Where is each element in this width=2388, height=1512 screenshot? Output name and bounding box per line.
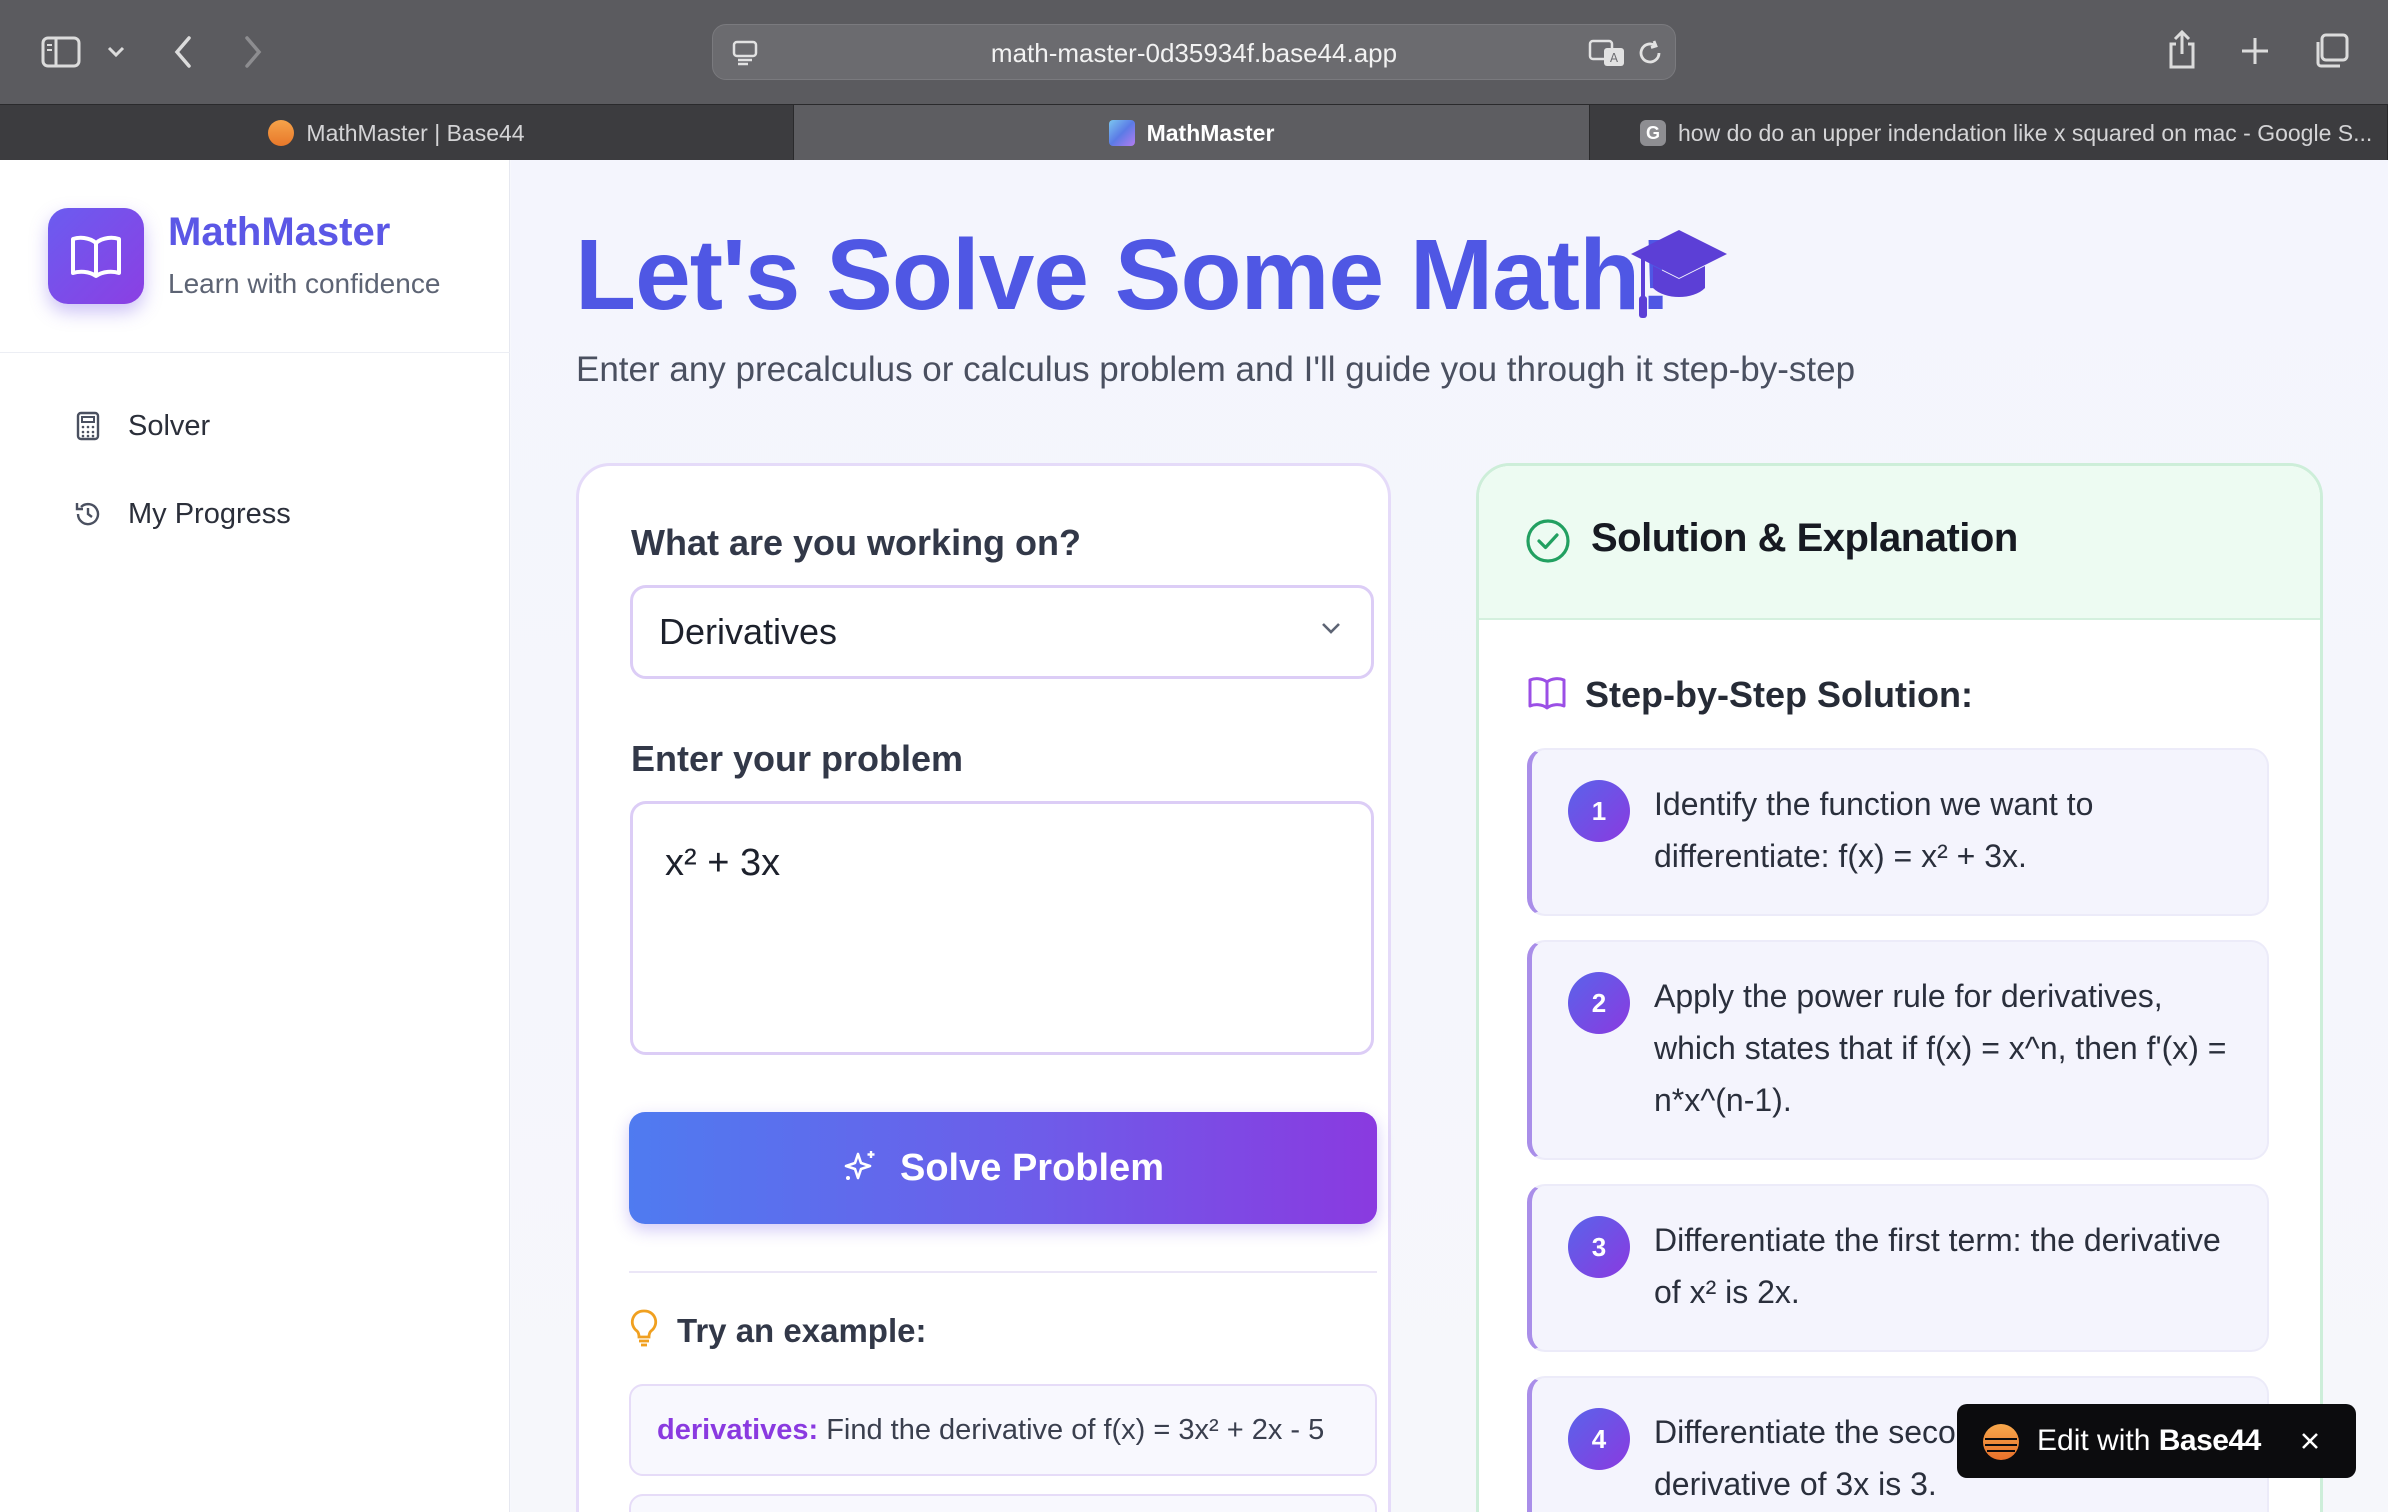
- chevron-down-icon[interactable]: [104, 40, 128, 64]
- tab-mathmaster[interactable]: MathMaster: [794, 105, 1590, 161]
- toast-prefix: Edit with: [2037, 1424, 2151, 1457]
- steps-header: Step-by-Step Solution:: [1527, 674, 1973, 716]
- step-number: 4: [1568, 1408, 1630, 1470]
- calculator-icon: [72, 410, 104, 442]
- lightbulb-icon: [629, 1308, 659, 1353]
- tab-label: MathMaster: [1146, 119, 1275, 146]
- brand-name: MathMaster: [168, 210, 391, 254]
- solution-step: 2 Apply the power rule for derivatives, …: [1527, 940, 2269, 1160]
- tab-label: how do do an upper indendation like x sq…: [1678, 119, 2373, 146]
- step-number: 2: [1568, 972, 1630, 1034]
- solution-title: Solution & Explanation: [1591, 516, 2018, 560]
- examples-header: Try an example:: [629, 1308, 926, 1353]
- history-icon: [72, 498, 104, 530]
- step-text: Identify the function we want to differe…: [1654, 786, 2094, 874]
- example-text: Find the derivative of f(x) = 3x² + 2x -…: [826, 1413, 1325, 1446]
- step-text: Differentiate the first term: the deriva…: [1654, 1222, 2221, 1310]
- example-chip[interactable]: [629, 1494, 1377, 1512]
- example-chip[interactable]: derivatives: Find the derivative of f(x)…: [629, 1384, 1377, 1476]
- close-icon[interactable]: [2297, 1428, 2323, 1459]
- brand-tagline: Learn with confidence: [168, 268, 441, 299]
- main-content: Let's Solve Some Math! Enter any precalc…: [511, 160, 2388, 1512]
- tab-bar: MathMaster | Base44 MathMaster G how do …: [0, 104, 2388, 161]
- step-text: Apply the power rule for derivatives, wh…: [1654, 978, 2227, 1118]
- step-number: 3: [1568, 1216, 1630, 1278]
- topic-label: What are you working on?: [631, 522, 1082, 563]
- topic-select[interactable]: Derivatives: [630, 585, 1374, 679]
- url-text[interactable]: math-master-0d35934f.base44.app: [713, 25, 1675, 81]
- book-open-icon: [1527, 676, 1567, 715]
- solve-problem-button[interactable]: Solve Problem: [629, 1112, 1377, 1224]
- solution-card: Solution & Explanation Step-by-Step Solu…: [1476, 463, 2323, 1512]
- sidebar-item-label: My Progress: [128, 497, 291, 530]
- page-subtitle: Enter any precalculus or calculus proble…: [576, 350, 1856, 389]
- base44-favicon-icon: [268, 120, 295, 146]
- tab-google-search[interactable]: G how do do an upper indendation like x …: [1590, 105, 2388, 161]
- toast-brand: Base44: [2158, 1424, 2262, 1457]
- problem-input-card: What are you working on? Derivatives Ent…: [576, 463, 1391, 1512]
- solve-button-label: Solve Problem: [900, 1146, 1164, 1189]
- new-tab-plus-icon[interactable]: [2238, 34, 2272, 68]
- divider: [629, 1271, 1377, 1273]
- share-icon[interactable]: [2164, 28, 2200, 72]
- chevron-down-icon: [1319, 620, 1343, 641]
- sidebar: MathMaster Learn with confidence Solver …: [0, 160, 510, 1512]
- sparkles-icon: [842, 1148, 878, 1189]
- base44-logo-icon: [1982, 1423, 2020, 1466]
- translate-icon[interactable]: A: [1588, 38, 1626, 73]
- topic-select-value: Derivatives: [659, 611, 838, 652]
- steps-label: Step-by-Step Solution:: [1585, 674, 1973, 715]
- reload-icon[interactable]: [1635, 38, 1665, 73]
- browser-toolbar: math-master-0d35934f.base44.app A: [0, 0, 2388, 104]
- problem-textarea-value: x² + 3x: [665, 842, 781, 884]
- problem-label: Enter your problem: [631, 738, 964, 779]
- sidebar-item-solver[interactable]: Solver: [40, 390, 470, 462]
- back-arrow-icon[interactable]: [168, 32, 198, 72]
- tab-base44[interactable]: MathMaster | Base44: [0, 105, 794, 161]
- svg-text:A: A: [1610, 51, 1619, 65]
- mathmaster-favicon-icon: [1108, 120, 1135, 146]
- book-logo-icon[interactable]: [48, 208, 144, 304]
- sidebar-item-label: Solver: [128, 409, 211, 442]
- example-category: derivatives:: [657, 1413, 819, 1446]
- edit-with-base44-toast[interactable]: Edit with Base44: [1957, 1404, 2356, 1478]
- examples-label: Try an example:: [677, 1311, 927, 1349]
- problem-textarea[interactable]: x² + 3x: [630, 801, 1374, 1055]
- brand-header: MathMaster Learn with confidence: [0, 160, 510, 353]
- tab-label: MathMaster | Base44: [306, 119, 525, 146]
- google-favicon-icon: G: [1640, 120, 1666, 146]
- solution-header: Solution & Explanation: [1479, 466, 2320, 620]
- solution-step: 1 Identify the function we want to diffe…: [1527, 748, 2269, 916]
- graduation-cap-icon: [1629, 226, 1729, 327]
- page-title: Let's Solve Some Math!: [575, 219, 1672, 331]
- tab-overview-icon[interactable]: [2312, 32, 2350, 70]
- solution-step: 3 Differentiate the first term: the deri…: [1527, 1184, 2269, 1352]
- sidebar-item-my-progress[interactable]: My Progress: [40, 478, 470, 550]
- toast-label: Edit with Base44: [2037, 1404, 2261, 1478]
- check-circle-icon: [1525, 518, 1571, 569]
- sidebar-toggle-icon[interactable]: [40, 34, 82, 70]
- step-number: 1: [1568, 780, 1630, 842]
- address-bar[interactable]: math-master-0d35934f.base44.app A: [712, 24, 1676, 80]
- forward-arrow-icon[interactable]: [238, 32, 268, 72]
